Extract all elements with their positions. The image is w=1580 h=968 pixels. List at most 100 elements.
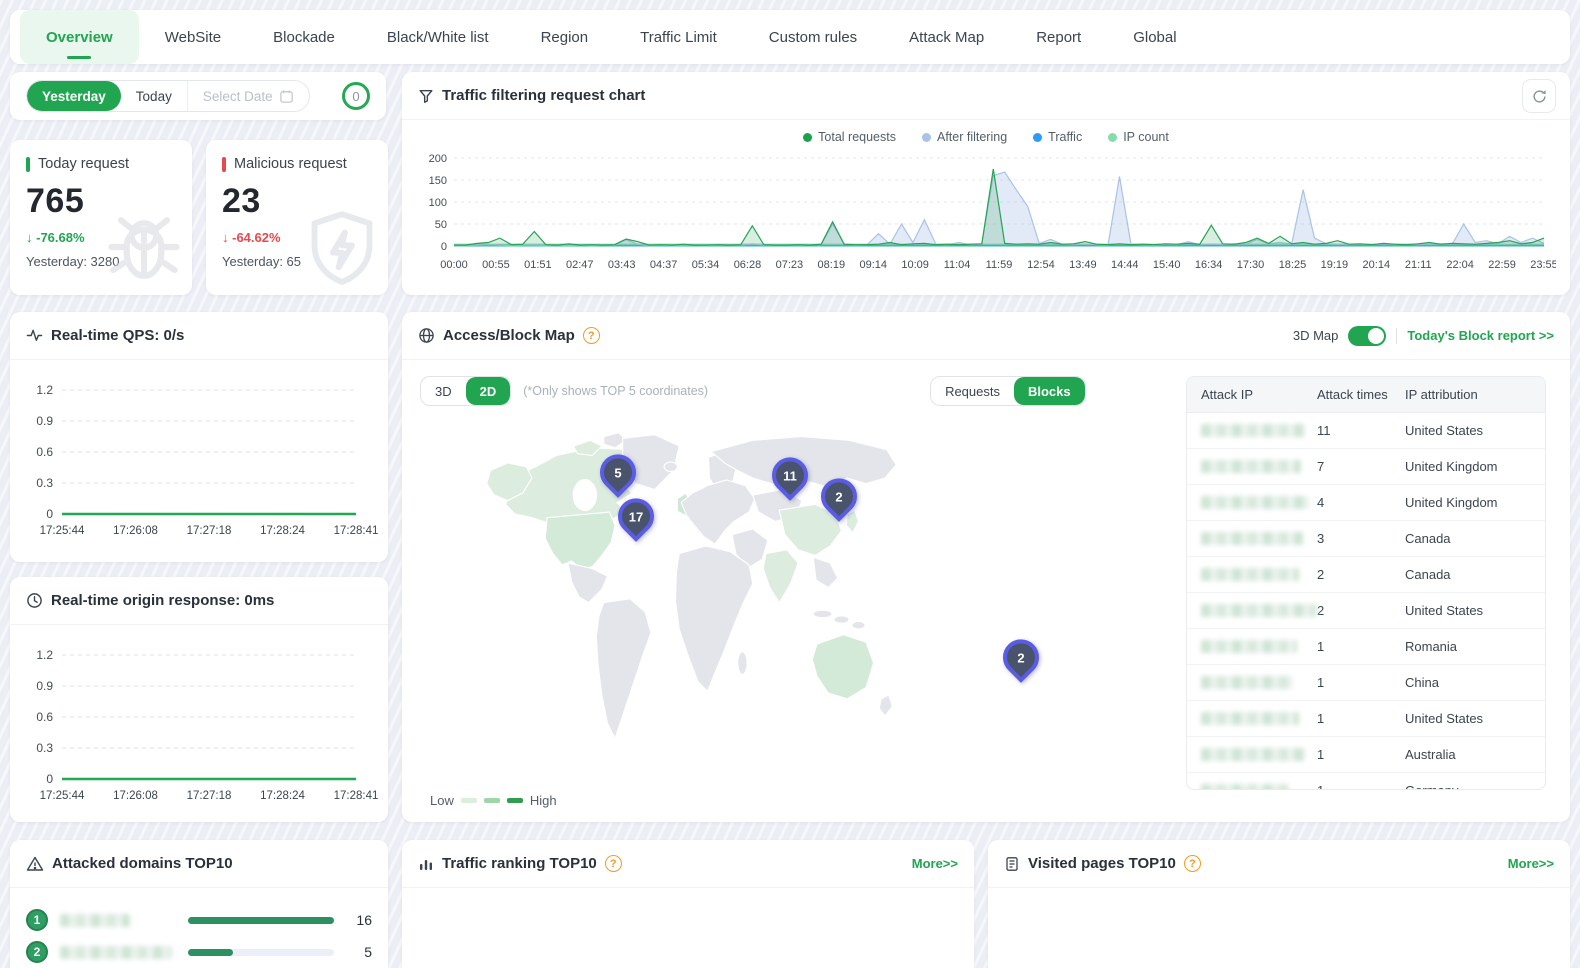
traffic-ranking-help-icon[interactable]: ? [605,855,622,872]
traffic-chart-title: Traffic filtering request chart [442,87,645,104]
attack-times-value: 4 [1317,495,1405,510]
svg-text:20:14: 20:14 [1363,259,1391,271]
map-pin[interactable]: 11 [765,450,816,501]
todays-block-report-link[interactable]: Today's Block report >> [1407,328,1554,343]
svg-text:22:59: 22:59 [1488,259,1516,271]
ip-attribution-value: Germany [1405,783,1545,790]
map-pin[interactable]: 2 [813,471,864,522]
refresh-button[interactable] [1522,79,1556,113]
attack-table-row: 2United States [1187,593,1545,629]
ip-attribution-value: Canada [1405,567,1545,582]
svg-text:17:30: 17:30 [1237,259,1265,271]
map-density-legend: Low High [430,793,557,808]
map-pin-count: 11 [776,461,804,489]
attack-table-row: 1United States [1187,701,1545,737]
map-pin-count: 2 [825,482,853,510]
tab-attack-map-label: Attack Map [909,29,984,46]
request-block-segmented: Requests Blocks [930,376,1086,406]
svg-text:50: 50 [435,219,447,231]
mode-3d-button[interactable]: 3D [421,377,466,405]
attack-times-value: 1 [1317,783,1405,790]
legend-ip-count[interactable]: IP count [1108,130,1169,144]
dimension-segmented: 3D 2D [420,376,511,406]
attacked-domain-row: 25 [10,936,388,968]
legend-after-label: After filtering [937,130,1007,144]
col-attack-times: Attack times [1317,387,1405,402]
masked-ip [1201,712,1299,725]
tab-attack-map[interactable]: Attack Map [883,10,1010,64]
attack-table-row: 1Germany [1187,773,1545,790]
realtime-qps-card: Real-time QPS: 0/s 00.30.60.91.217:25:44… [10,312,388,562]
svg-text:12:54: 12:54 [1027,259,1055,271]
tab-custom-rules[interactable]: Custom rules [743,10,883,64]
svg-text:03:43: 03:43 [608,259,636,271]
svg-text:15:40: 15:40 [1153,259,1181,271]
calendar-icon [279,89,294,104]
select-date-input[interactable]: Select Date [187,81,309,111]
qps-chart-plot: 00.30.60.91.217:25:4417:26:0817:27:1817:… [10,362,388,562]
svg-text:07:23: 07:23 [776,259,804,271]
origin-chart-plot: 00.30.60.91.217:25:4417:26:0817:27:1817:… [10,627,388,822]
svg-text:17:25:44: 17:25:44 [40,525,85,537]
svg-text:05:34: 05:34 [692,259,720,271]
tab-black-white-list[interactable]: Black/White list [361,10,515,64]
malicious-request-title: Malicious request [234,156,347,172]
traffic-ranking-header: Traffic ranking TOP10 ? More>> [402,840,974,888]
svg-text:0.6: 0.6 [36,710,53,724]
attack-table-row: 1China [1187,665,1545,701]
svg-text:0: 0 [46,507,53,521]
svg-text:08:19: 08:19 [818,259,846,271]
attacked-domains-title: Attacked domains TOP10 [52,855,233,872]
attack-times-value: 2 [1317,603,1405,618]
today-button[interactable]: Today [121,81,187,111]
svg-text:00:00: 00:00 [440,259,468,271]
tab-region[interactable]: Region [515,10,615,64]
traffic-ranking-more-link[interactable]: More>> [912,856,958,871]
legend-traffic[interactable]: Traffic [1033,130,1082,144]
svg-text:1.2: 1.2 [36,383,53,397]
svg-text:23:55: 23:55 [1530,259,1556,271]
requests-button[interactable]: Requests [931,377,1014,405]
tab-blockade[interactable]: Blockade [247,10,361,64]
tab-report[interactable]: Report [1010,10,1107,64]
malicious-request-title-row: Malicious request [222,156,372,172]
domain-attack-count: 5 [346,944,372,960]
legend-dot-total [803,133,812,142]
map-title: Access/Block Map [443,327,575,344]
map-pin[interactable]: 17 [610,491,661,542]
visited-pages-more-link[interactable]: More>> [1508,856,1554,871]
legend-high-label: High [530,793,557,808]
map-help-icon[interactable]: ? [583,327,600,344]
attack-times-value: 1 [1317,711,1405,726]
toggle-3d-map[interactable] [1348,326,1386,346]
visited-pages-help-icon[interactable]: ? [1184,855,1201,872]
tab-global[interactable]: Global [1107,10,1202,64]
map-pins-layer: 517 11 2 2 [420,412,1180,780]
legend-low-label: Low [430,793,454,808]
tab-overview[interactable]: Overview [20,10,139,64]
dashboard-page: Overview WebSite Blockade Black/White li… [0,0,1580,968]
pulse-icon [26,327,43,344]
world-map[interactable]: 517 11 2 2 [420,412,1180,780]
tab-black-white-list-label: Black/White list [387,29,489,46]
svg-text:02:47: 02:47 [566,259,594,271]
attack-table-row: 1Romania [1187,629,1545,665]
legend-after-filtering[interactable]: After filtering [922,130,1007,144]
mode-2d-button[interactable]: 2D [466,377,511,405]
yesterday-button[interactable]: Yesterday [27,81,121,111]
svg-text:18:25: 18:25 [1279,259,1307,271]
traffic-ranking-title: Traffic ranking TOP10 [442,855,597,872]
tab-website[interactable]: WebSite [139,10,247,64]
rank-badge: 2 [26,941,48,963]
blocks-button[interactable]: Blocks [1014,377,1085,405]
map-pin[interactable]: 2 [996,632,1047,683]
attack-ip-table[interactable]: Attack IP Attack times IP attribution 11… [1186,376,1546,790]
attack-times-value: 1 [1317,747,1405,762]
legend-dot-ip [1108,133,1117,142]
tab-traffic-limit[interactable]: Traffic Limit [614,10,743,64]
svg-text:14:44: 14:44 [1111,259,1139,271]
legend-total-requests[interactable]: Total requests [803,130,896,144]
attack-table-row: 1Australia [1187,737,1545,773]
svg-text:150: 150 [429,175,447,187]
map-pin[interactable]: 5 [593,447,644,498]
